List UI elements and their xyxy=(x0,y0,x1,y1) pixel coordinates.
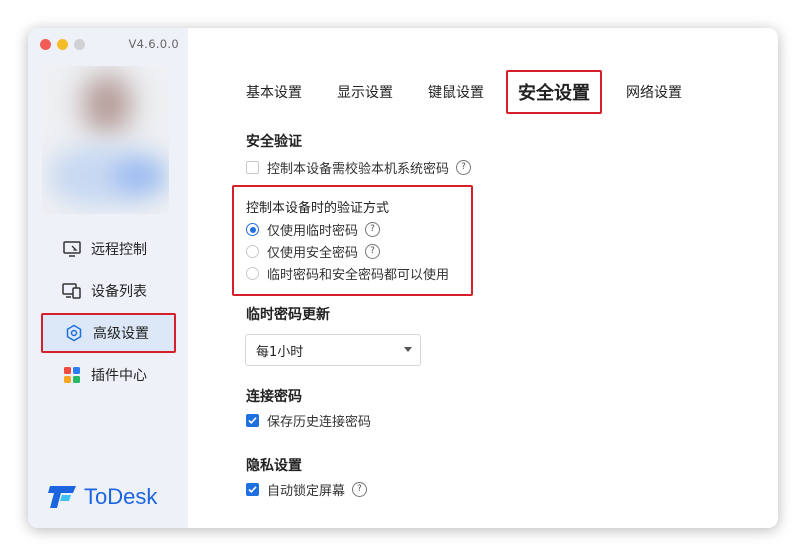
radio-both[interactable] xyxy=(246,267,259,280)
sidebar-item-advanced-settings[interactable]: 高级设置 xyxy=(41,313,176,353)
todesk-logo-icon xyxy=(48,486,76,508)
section-title-security-verify: 安全验证 xyxy=(246,134,302,150)
sidebar-item-label: 设备列表 xyxy=(91,284,147,300)
save-history-label: 保存历史连接密码 xyxy=(267,415,372,430)
radio-temp-only[interactable] xyxy=(246,223,259,236)
window-controls xyxy=(40,39,85,50)
select-value: 每1小时 xyxy=(256,344,304,360)
tab-keyboard-mouse[interactable]: 键鼠设置 xyxy=(428,82,484,102)
section-title-connection-password: 连接密码 xyxy=(246,389,302,405)
verify-option-both[interactable]: 临时密码和安全密码都可以使用 xyxy=(246,264,449,283)
help-icon[interactable]: ? xyxy=(365,222,381,237)
save-history-row[interactable]: 保存历史连接密码 xyxy=(246,411,371,430)
verify-option-secure-only[interactable]: 仅使用安全密码 ? xyxy=(246,242,381,261)
radio-secure-only[interactable] xyxy=(246,245,259,258)
plugin-grid-icon xyxy=(61,364,83,386)
system-password-label: 控制本设备需校验本机系统密码 xyxy=(267,162,450,177)
minimize-window-button[interactable] xyxy=(57,39,68,50)
check-icon xyxy=(248,417,257,424)
hexagon-settings-icon xyxy=(63,322,85,344)
system-password-check-row[interactable]: 控制本设备需校验本机系统密码 ? xyxy=(246,158,472,177)
close-window-button[interactable] xyxy=(40,39,51,50)
version-label: V4.6.0.0 xyxy=(128,37,179,51)
remote-monitor-icon xyxy=(61,238,83,260)
auto-lock-label: 自动锁定屏幕 xyxy=(267,484,346,499)
section-title-temp-password: 临时密码更新 xyxy=(246,307,330,323)
verify-method-title-text: 控制本设备时的验证方式 xyxy=(246,201,390,216)
tab-basic[interactable]: 基本设置 xyxy=(246,82,302,102)
help-icon[interactable]: ? xyxy=(352,482,368,497)
sidebar-item-label: 高级设置 xyxy=(93,326,149,342)
app-window: V4.6.0.0 远程控制 设备列表 高级设置 插件中心 ToDesk 基本设置… xyxy=(28,28,778,528)
system-password-checkbox[interactable] xyxy=(246,161,259,174)
verify-method-title: 控制本设备时的验证方式 xyxy=(246,197,389,216)
sidebar-item-remote-control[interactable]: 远程控制 xyxy=(41,229,176,269)
settings-tabs: 基本设置 显示设置 键鼠设置 安全设置 网络设置 xyxy=(188,70,778,120)
temp-password-interval-select[interactable]: 每1小时 xyxy=(245,334,421,366)
sidebar-item-plugin-center[interactable]: 插件中心 xyxy=(41,355,176,395)
check-icon xyxy=(248,486,257,493)
sidebar-item-device-list[interactable]: 设备列表 xyxy=(41,271,176,311)
auto-lock-row[interactable]: 自动锁定屏幕 ? xyxy=(246,480,368,499)
devices-icon xyxy=(61,280,83,302)
radio-label: 仅使用临时密码 xyxy=(267,224,359,239)
help-icon[interactable]: ? xyxy=(365,244,381,259)
sidebar-item-label: 远程控制 xyxy=(91,242,147,258)
radio-label: 仅使用安全密码 xyxy=(267,246,359,261)
help-icon[interactable]: ? xyxy=(456,160,472,175)
verify-option-temp-only[interactable]: 仅使用临时密码 ? xyxy=(246,220,381,239)
settings-content: 基本设置 显示设置 键鼠设置 安全设置 网络设置 安全验证 控制本设备需校验本机… xyxy=(188,28,778,528)
chevron-down-icon xyxy=(404,347,412,352)
tab-display[interactable]: 显示设置 xyxy=(337,82,393,102)
save-history-checkbox[interactable] xyxy=(246,414,259,427)
todesk-logo: ToDesk xyxy=(48,483,157,511)
section-title-privacy: 隐私设置 xyxy=(246,458,302,474)
tab-network[interactable]: 网络设置 xyxy=(626,82,682,102)
sidebar: V4.6.0.0 远程控制 设备列表 高级设置 插件中心 ToDesk xyxy=(28,28,188,528)
avatar xyxy=(42,66,169,214)
auto-lock-checkbox[interactable] xyxy=(246,483,259,496)
sidebar-item-label: 插件中心 xyxy=(91,368,147,384)
maximize-window-button[interactable] xyxy=(74,39,85,50)
radio-label: 临时密码和安全密码都可以使用 xyxy=(267,268,450,283)
tab-security[interactable]: 安全设置 xyxy=(506,70,602,114)
logo-text: ToDesk xyxy=(84,484,158,509)
